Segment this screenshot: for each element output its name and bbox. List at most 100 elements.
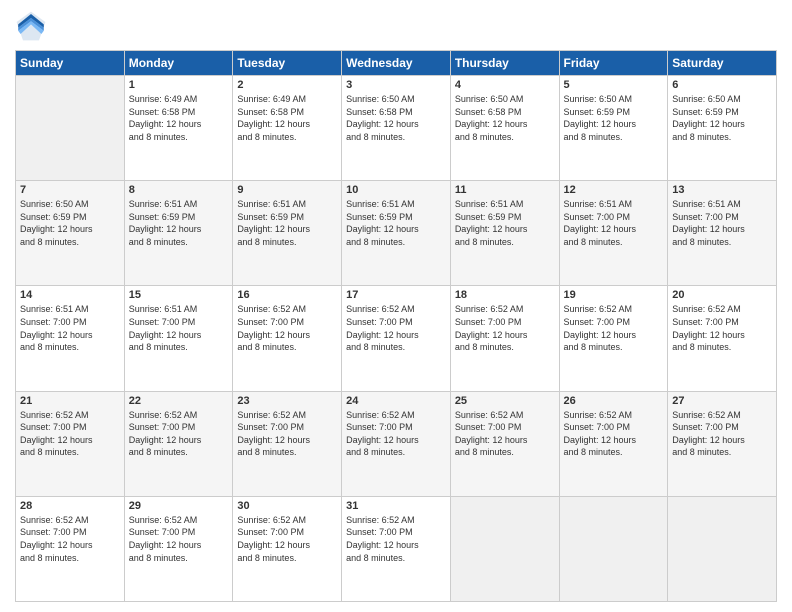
calendar-cell: 15 Sunrise: 6:51 AM Sunset: 7:00 PM Dayli… xyxy=(124,286,233,391)
day-info: Sunrise: 6:52 AM Sunset: 7:00 PM Dayligh… xyxy=(20,514,120,564)
calendar-cell: 12 Sunrise: 6:51 AM Sunset: 7:00 PM Dayli… xyxy=(559,181,668,286)
calendar-cell: 25 Sunrise: 6:52 AM Sunset: 7:00 PM Dayli… xyxy=(450,391,559,496)
day-info: Sunrise: 6:52 AM Sunset: 7:00 PM Dayligh… xyxy=(129,514,229,564)
calendar-cell: 5 Sunrise: 6:50 AM Sunset: 6:59 PM Daylig… xyxy=(559,76,668,181)
calendar-cell: 26 Sunrise: 6:52 AM Sunset: 7:00 PM Dayli… xyxy=(559,391,668,496)
day-number: 15 xyxy=(129,289,229,301)
calendar-cell: 22 Sunrise: 6:52 AM Sunset: 7:00 PM Dayli… xyxy=(124,391,233,496)
day-number: 16 xyxy=(237,289,337,301)
day-info: Sunrise: 6:52 AM Sunset: 7:00 PM Dayligh… xyxy=(564,409,664,459)
day-number: 25 xyxy=(455,395,555,407)
day-number: 22 xyxy=(129,395,229,407)
day-number: 26 xyxy=(564,395,664,407)
day-number: 11 xyxy=(455,184,555,196)
day-number: 3 xyxy=(346,79,446,91)
calendar-cell: 17 Sunrise: 6:52 AM Sunset: 7:00 PM Dayli… xyxy=(342,286,451,391)
calendar-cell: 28 Sunrise: 6:52 AM Sunset: 7:00 PM Dayli… xyxy=(16,496,125,601)
day-number: 23 xyxy=(237,395,337,407)
day-info: Sunrise: 6:51 AM Sunset: 6:59 PM Dayligh… xyxy=(129,198,229,248)
day-number: 4 xyxy=(455,79,555,91)
day-info: Sunrise: 6:50 AM Sunset: 6:59 PM Dayligh… xyxy=(672,93,772,143)
day-info: Sunrise: 6:52 AM Sunset: 7:00 PM Dayligh… xyxy=(672,303,772,353)
calendar-cell: 16 Sunrise: 6:52 AM Sunset: 7:00 PM Dayli… xyxy=(233,286,342,391)
calendar-cell: 9 Sunrise: 6:51 AM Sunset: 6:59 PM Daylig… xyxy=(233,181,342,286)
day-info: Sunrise: 6:50 AM Sunset: 6:59 PM Dayligh… xyxy=(20,198,120,248)
day-info: Sunrise: 6:51 AM Sunset: 6:59 PM Dayligh… xyxy=(455,198,555,248)
col-header-tuesday: Tuesday xyxy=(233,51,342,76)
calendar-cell xyxy=(559,496,668,601)
day-info: Sunrise: 6:52 AM Sunset: 7:00 PM Dayligh… xyxy=(237,514,337,564)
calendar-cell: 7 Sunrise: 6:50 AM Sunset: 6:59 PM Daylig… xyxy=(16,181,125,286)
col-header-sunday: Sunday xyxy=(16,51,125,76)
day-number: 9 xyxy=(237,184,337,196)
day-info: Sunrise: 6:52 AM Sunset: 7:00 PM Dayligh… xyxy=(129,409,229,459)
col-header-saturday: Saturday xyxy=(668,51,777,76)
day-info: Sunrise: 6:51 AM Sunset: 7:00 PM Dayligh… xyxy=(20,303,120,353)
day-info: Sunrise: 6:51 AM Sunset: 7:00 PM Dayligh… xyxy=(129,303,229,353)
day-number: 5 xyxy=(564,79,664,91)
day-info: Sunrise: 6:51 AM Sunset: 7:00 PM Dayligh… xyxy=(672,198,772,248)
week-row-4: 21 Sunrise: 6:52 AM Sunset: 7:00 PM Dayli… xyxy=(16,391,777,496)
calendar-cell: 23 Sunrise: 6:52 AM Sunset: 7:00 PM Dayli… xyxy=(233,391,342,496)
day-number: 30 xyxy=(237,500,337,512)
calendar-cell: 18 Sunrise: 6:52 AM Sunset: 7:00 PM Dayli… xyxy=(450,286,559,391)
week-row-1: 1Sunrise: 6:49 AM Sunset: 6:58 PM Daylig… xyxy=(16,76,777,181)
calendar-cell xyxy=(16,76,125,181)
calendar-cell: 27 Sunrise: 6:52 AM Sunset: 7:00 PM Dayli… xyxy=(668,391,777,496)
day-info: Sunrise: 6:52 AM Sunset: 7:00 PM Dayligh… xyxy=(564,303,664,353)
week-row-2: 7 Sunrise: 6:50 AM Sunset: 6:59 PM Daylig… xyxy=(16,181,777,286)
calendar-cell: 21 Sunrise: 6:52 AM Sunset: 7:00 PM Dayli… xyxy=(16,391,125,496)
page: SundayMondayTuesdayWednesdayThursdayFrid… xyxy=(0,0,792,612)
day-number: 7 xyxy=(20,184,120,196)
calendar-cell: 10 Sunrise: 6:51 AM Sunset: 6:59 PM Dayli… xyxy=(342,181,451,286)
day-number: 2 xyxy=(237,79,337,91)
day-number: 28 xyxy=(20,500,120,512)
calendar-cell xyxy=(668,496,777,601)
day-info: Sunrise: 6:52 AM Sunset: 7:00 PM Dayligh… xyxy=(455,303,555,353)
day-number: 18 xyxy=(455,289,555,301)
calendar-cell: 29 Sunrise: 6:52 AM Sunset: 7:00 PM Dayli… xyxy=(124,496,233,601)
day-info: Sunrise: 6:52 AM Sunset: 7:00 PM Dayligh… xyxy=(455,409,555,459)
day-number: 17 xyxy=(346,289,446,301)
day-info: Sunrise: 6:49 AM Sunset: 6:58 PM Dayligh… xyxy=(129,93,229,143)
calendar-cell: 24Sunrise: 6:52 AM Sunset: 7:00 PM Dayli… xyxy=(342,391,451,496)
day-number: 27 xyxy=(672,395,772,407)
col-header-monday: Monday xyxy=(124,51,233,76)
calendar-cell: 14 Sunrise: 6:51 AM Sunset: 7:00 PM Dayli… xyxy=(16,286,125,391)
day-info: Sunrise: 6:50 AM Sunset: 6:58 PM Dayligh… xyxy=(455,93,555,143)
calendar-cell: 2Sunrise: 6:49 AM Sunset: 6:58 PM Daylig… xyxy=(233,76,342,181)
col-header-wednesday: Wednesday xyxy=(342,51,451,76)
day-info: Sunrise: 6:50 AM Sunset: 6:59 PM Dayligh… xyxy=(564,93,664,143)
day-number: 12 xyxy=(564,184,664,196)
week-row-5: 28 Sunrise: 6:52 AM Sunset: 7:00 PM Dayli… xyxy=(16,496,777,601)
day-info: Sunrise: 6:52 AM Sunset: 7:00 PM Dayligh… xyxy=(346,303,446,353)
day-number: 19 xyxy=(564,289,664,301)
calendar-cell: 3 Sunrise: 6:50 AM Sunset: 6:58 PM Daylig… xyxy=(342,76,451,181)
logo xyxy=(15,10,51,42)
day-info: Sunrise: 6:51 AM Sunset: 6:59 PM Dayligh… xyxy=(237,198,337,248)
calendar-cell: 4 Sunrise: 6:50 AM Sunset: 6:58 PM Daylig… xyxy=(450,76,559,181)
day-info: Sunrise: 6:52 AM Sunset: 7:00 PM Dayligh… xyxy=(237,409,337,459)
day-info: Sunrise: 6:52 AM Sunset: 7:00 PM Dayligh… xyxy=(20,409,120,459)
day-number: 10 xyxy=(346,184,446,196)
col-header-thursday: Thursday xyxy=(450,51,559,76)
day-number: 31 xyxy=(346,500,446,512)
calendar-cell: 30 Sunrise: 6:52 AM Sunset: 7:00 PM Dayli… xyxy=(233,496,342,601)
day-info: Sunrise: 6:51 AM Sunset: 6:59 PM Dayligh… xyxy=(346,198,446,248)
day-number: 6 xyxy=(672,79,772,91)
calendar-cell: 20 Sunrise: 6:52 AM Sunset: 7:00 PM Dayli… xyxy=(668,286,777,391)
day-number: 20 xyxy=(672,289,772,301)
day-info: Sunrise: 6:52 AM Sunset: 7:00 PM Dayligh… xyxy=(672,409,772,459)
calendar-cell: 31Sunrise: 6:52 AM Sunset: 7:00 PM Dayli… xyxy=(342,496,451,601)
calendar-cell: 11 Sunrise: 6:51 AM Sunset: 6:59 PM Dayli… xyxy=(450,181,559,286)
day-info: Sunrise: 6:50 AM Sunset: 6:58 PM Dayligh… xyxy=(346,93,446,143)
day-number: 14 xyxy=(20,289,120,301)
day-number: 8 xyxy=(129,184,229,196)
calendar-cell: 1Sunrise: 6:49 AM Sunset: 6:58 PM Daylig… xyxy=(124,76,233,181)
day-number: 29 xyxy=(129,500,229,512)
day-number: 13 xyxy=(672,184,772,196)
day-number: 21 xyxy=(20,395,120,407)
day-info: Sunrise: 6:52 AM Sunset: 7:00 PM Dayligh… xyxy=(237,303,337,353)
header-row: SundayMondayTuesdayWednesdayThursdayFrid… xyxy=(16,51,777,76)
day-info: Sunrise: 6:51 AM Sunset: 7:00 PM Dayligh… xyxy=(564,198,664,248)
